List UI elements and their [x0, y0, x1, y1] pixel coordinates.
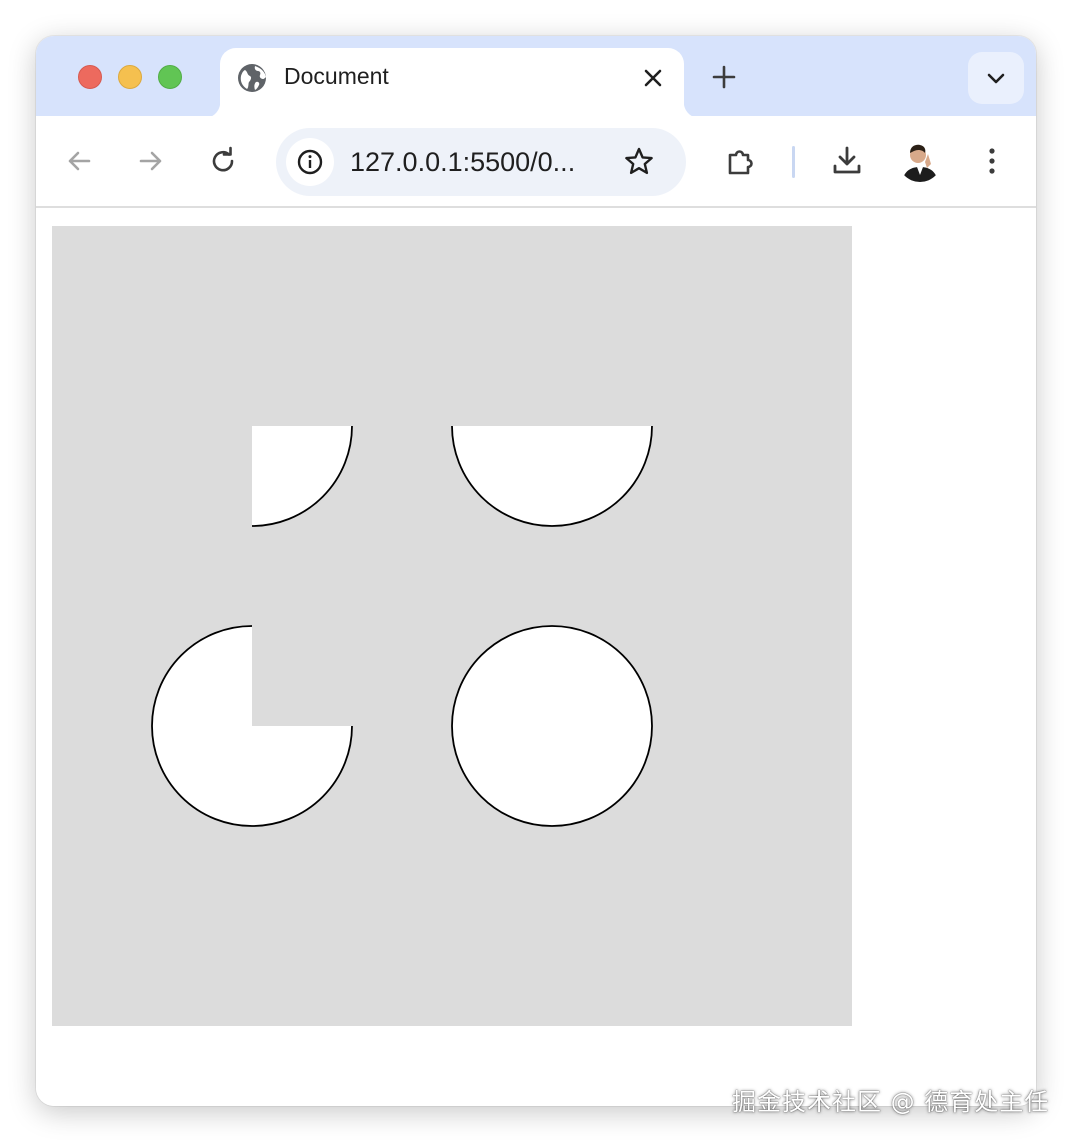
profile-picture — [898, 138, 942, 182]
address-bar[interactable]: 127.0.0.1:5500/0... — [276, 128, 686, 196]
url-text: 127.0.0.1:5500/0... — [350, 147, 576, 177]
chevron-down-icon — [987, 73, 1005, 84]
globe-icon — [238, 64, 266, 92]
full-circle — [451, 625, 653, 827]
canvas — [52, 226, 852, 1026]
watermark: 掘金技术社区 @ 德育处主任 — [732, 1088, 1050, 1116]
close-tab-icon[interactable] — [640, 65, 666, 91]
site-info-button[interactable] — [286, 138, 334, 186]
arrow-left-icon[interactable] — [62, 144, 96, 178]
arrow-right-icon[interactable] — [134, 144, 168, 178]
info-icon — [297, 149, 323, 175]
tab-document[interactable]: Document — [204, 48, 700, 118]
close-window-button[interactable] — [78, 65, 102, 89]
download-icon[interactable] — [830, 144, 864, 178]
tab-strip: Document — [36, 36, 1036, 118]
puzzle-icon[interactable] — [724, 144, 758, 178]
toolbar: 127.0.0.1:5500/0... — [36, 116, 1036, 208]
new-tab-icon[interactable] — [708, 61, 740, 93]
kebab-menu-icon[interactable] — [975, 144, 1009, 178]
shapes-layer — [151, 425, 653, 827]
minimize-window-button[interactable] — [118, 65, 142, 89]
avatar[interactable] — [898, 138, 942, 182]
browser-window: Document 127.0.0.1:5500/0... — [36, 36, 1036, 1106]
reload-icon[interactable] — [206, 144, 240, 178]
star-icon[interactable] — [622, 145, 656, 179]
page-content — [36, 208, 1036, 1106]
three-quarter-circle — [152, 626, 352, 826]
toolbar-divider — [792, 146, 795, 178]
half-circle — [452, 426, 652, 526]
maximize-window-button[interactable] — [158, 65, 182, 89]
quarter-circle — [252, 426, 352, 526]
tab-search-button[interactable] — [968, 52, 1024, 104]
tab-title: Document — [284, 63, 389, 89]
